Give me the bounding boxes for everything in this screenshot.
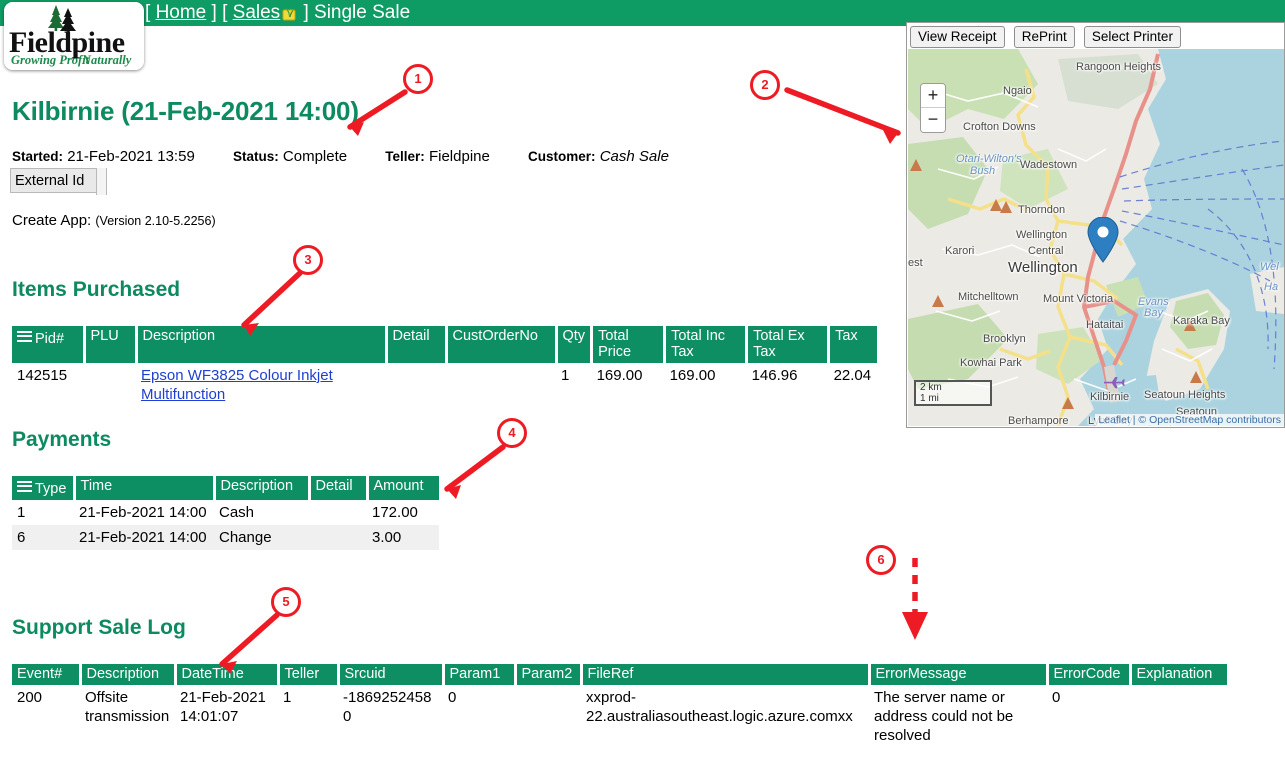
annotation-marker-6: 6 <box>866 545 896 575</box>
annotation-marker-3: 3 <box>293 245 323 275</box>
annotation-marker-2: 2 <box>750 70 780 100</box>
annotation-marker-4: 4 <box>497 418 527 448</box>
annotation-marker-5: 5 <box>271 587 301 617</box>
annotation-arrows <box>0 0 1285 757</box>
annotation-6-arrowhead <box>902 612 928 640</box>
annotation-marker-1: 1 <box>403 64 433 94</box>
annotation-layer: 1 2 3 4 5 6 <box>0 0 1285 757</box>
